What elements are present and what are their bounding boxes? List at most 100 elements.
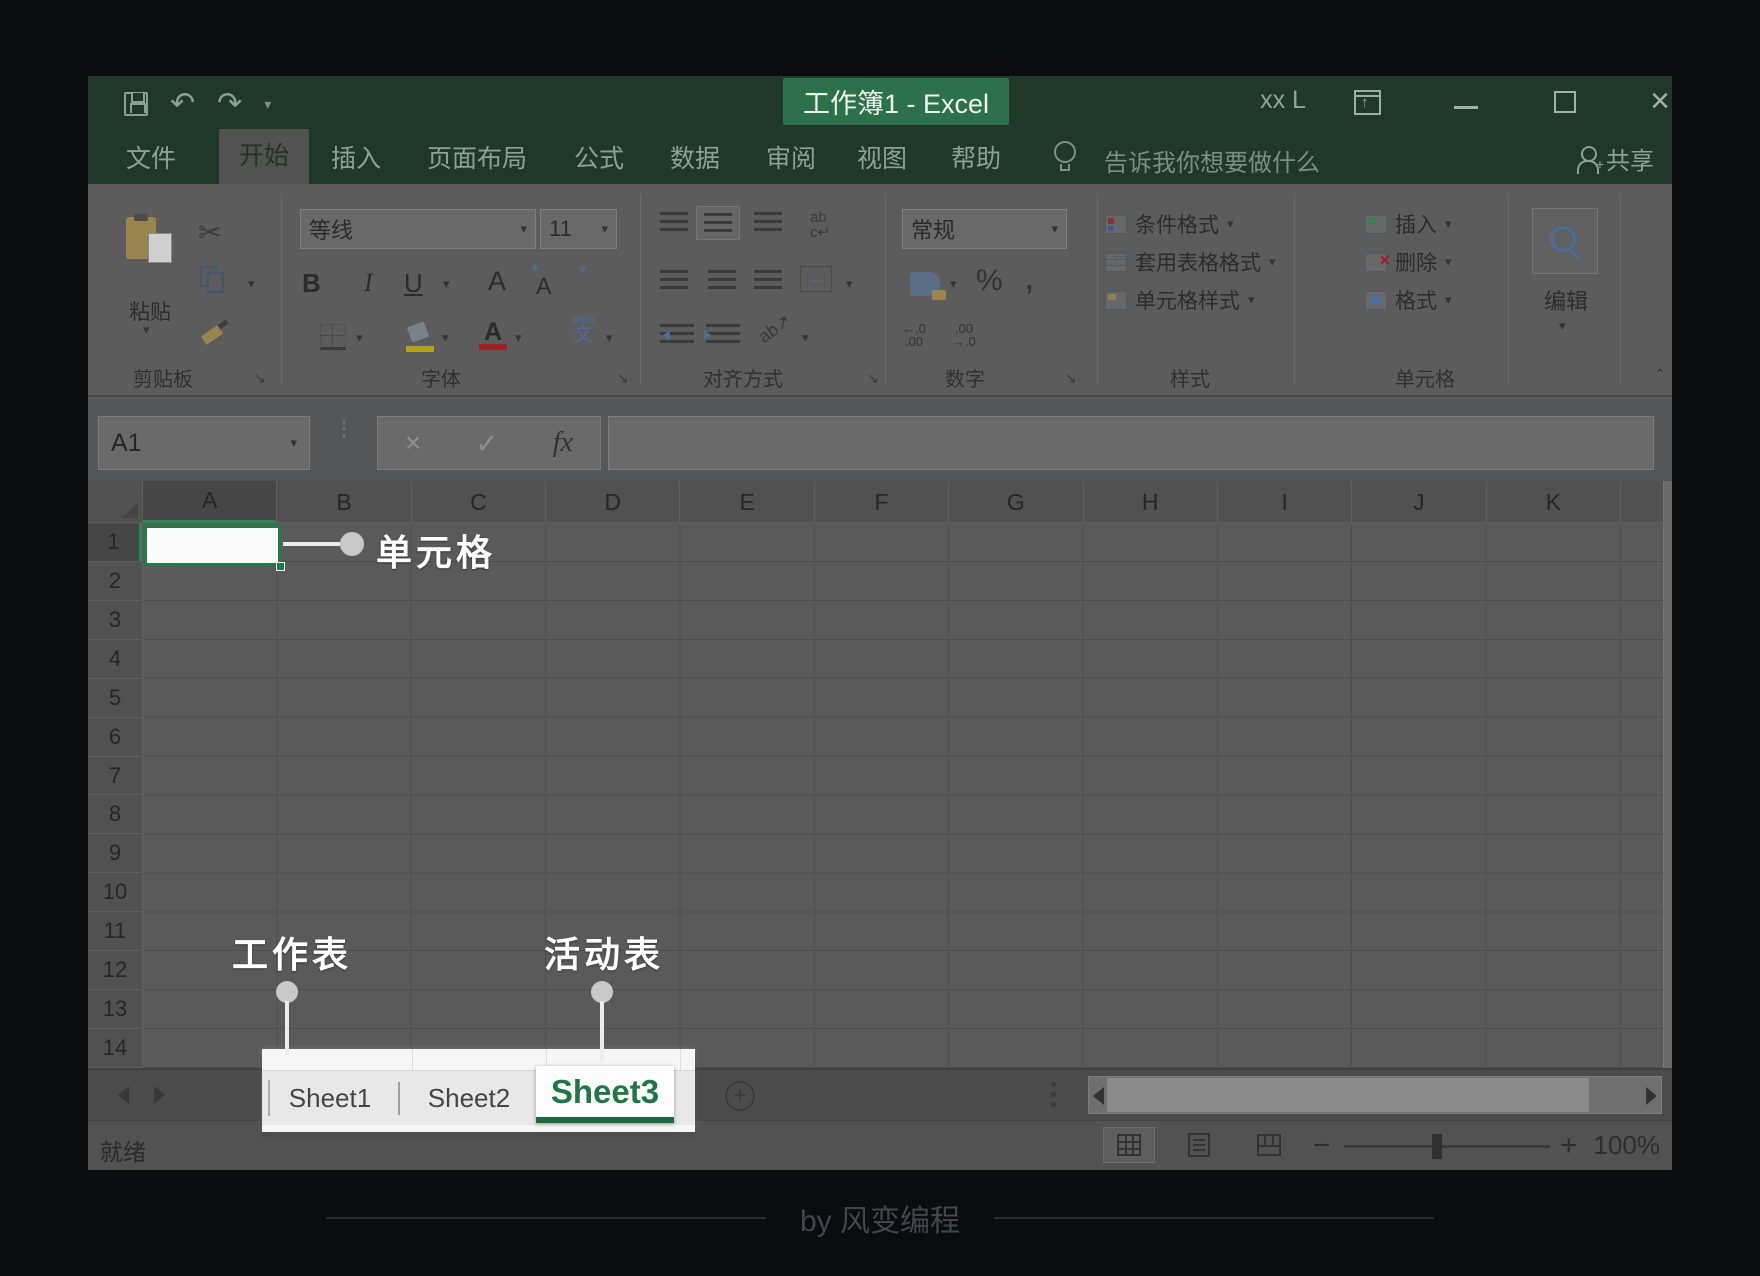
new-sheet-button[interactable]: +: [725, 1081, 755, 1111]
normal-view-button[interactable]: [1103, 1127, 1155, 1163]
maximize-button[interactable]: [1554, 91, 1576, 113]
borders-dropdown-icon[interactable]: ▾: [356, 330, 363, 346]
copy-icon[interactable]: [200, 266, 226, 294]
close-button[interactable]: ×: [1640, 78, 1680, 124]
align-center-icon[interactable]: [708, 270, 736, 290]
row-header-9[interactable]: 9: [88, 834, 142, 873]
column-header-I[interactable]: I: [1218, 481, 1352, 523]
paste-dropdown-icon[interactable]: ▾: [143, 322, 150, 338]
zoom-slider-track[interactable]: [1344, 1145, 1550, 1148]
column-header-A[interactable]: A: [143, 481, 277, 523]
format-painter-icon[interactable]: [200, 320, 228, 344]
row-header-4[interactable]: 4: [88, 640, 142, 679]
column-header-G[interactable]: G: [949, 481, 1083, 523]
minimize-button[interactable]: [1454, 106, 1478, 109]
italic-button[interactable]: I: [364, 268, 373, 298]
tab-help[interactable]: 帮助: [911, 142, 1041, 176]
column-header-F[interactable]: F: [815, 481, 949, 523]
number-format-combo[interactable]: 常规▾: [902, 209, 1067, 249]
alignment-dialog-launcher-icon[interactable]: ↘: [867, 370, 883, 386]
font-name-combo[interactable]: 等线▾: [300, 209, 536, 249]
editing-dropdown-icon[interactable]: ▾: [1559, 318, 1566, 334]
row-header-12[interactable]: 12: [88, 951, 142, 990]
column-header-K[interactable]: K: [1487, 481, 1621, 523]
orientation-dropdown-icon[interactable]: ▾: [802, 330, 809, 346]
bottom-align-icon[interactable]: [754, 212, 782, 232]
number-dialog-launcher-icon[interactable]: ↘: [1065, 370, 1081, 386]
row-header-7[interactable]: 7: [88, 757, 142, 796]
column-header-B[interactable]: B: [277, 481, 411, 523]
tabbar-resize-handle[interactable]: [1051, 1082, 1056, 1087]
format-cells-button[interactable]: 格式▾: [1365, 284, 1452, 316]
column-header-partial[interactable]: [1621, 481, 1663, 523]
merge-dropdown-icon[interactable]: ▾: [846, 276, 853, 292]
save-icon[interactable]: [124, 92, 148, 116]
align-left-icon[interactable]: [660, 270, 688, 290]
increase-indent-icon[interactable]: [706, 324, 740, 344]
row-header-14[interactable]: 14: [88, 1029, 142, 1068]
insert-function-icon[interactable]: fx: [553, 427, 573, 459]
account-name[interactable]: xx L: [1238, 86, 1328, 118]
font-size-combo[interactable]: 11▾: [540, 209, 617, 249]
fill-handle[interactable]: [276, 562, 285, 571]
find-select-button[interactable]: [1532, 208, 1598, 274]
formula-bar-resize-handle[interactable]: ⋮: [334, 423, 340, 463]
conditional-formatting-button[interactable]: 条件格式▾: [1105, 208, 1234, 240]
paste-icon[interactable]: [124, 215, 172, 263]
format-as-table-button[interactable]: 套用表格格式▾: [1105, 246, 1276, 278]
row-header-10[interactable]: 10: [88, 873, 142, 912]
selected-cell-a1[interactable]: [144, 525, 281, 566]
share-button[interactable]: + 共享: [1576, 141, 1654, 176]
merge-center-icon[interactable]: ↔: [800, 266, 832, 292]
enter-icon[interactable]: ✓: [475, 427, 498, 460]
collapse-ribbon-icon[interactable]: ⌃: [1654, 366, 1672, 380]
zoom-in-button[interactable]: +: [1560, 1129, 1578, 1163]
page-layout-view-button[interactable]: [1173, 1127, 1225, 1163]
font-color-icon[interactable]: A: [478, 318, 508, 350]
scrollbar-thumb[interactable]: [1107, 1078, 1589, 1112]
column-header-H[interactable]: H: [1084, 481, 1218, 523]
column-header-J[interactable]: J: [1352, 481, 1486, 523]
next-sheet-icon[interactable]: [154, 1086, 165, 1104]
align-right-icon[interactable]: [754, 270, 782, 290]
decrease-decimal-icon[interactable]: .00→.0: [952, 322, 976, 348]
clipboard-dialog-launcher-icon[interactable]: ↘: [254, 370, 270, 386]
font-dialog-launcher-icon[interactable]: ↘: [617, 370, 633, 386]
tab-file[interactable]: 文件: [86, 142, 216, 176]
tell-me-search[interactable]: 告诉我你想要做什么: [1104, 143, 1320, 178]
wrap-text-icon[interactable]: abc↵: [810, 210, 846, 242]
delete-cells-button[interactable]: 删除▾: [1365, 246, 1452, 278]
font-color-dropdown-icon[interactable]: ▾: [515, 330, 522, 346]
prev-sheet-icon[interactable]: [118, 1086, 129, 1104]
cell-grid[interactable]: [143, 523, 1663, 1068]
sheet-tab-1[interactable]: Sheet1: [280, 1083, 380, 1114]
phonetic-dropdown-icon[interactable]: ▾: [606, 330, 613, 346]
formula-input[interactable]: [608, 416, 1654, 470]
row-header-8[interactable]: 8: [88, 795, 142, 834]
cancel-icon[interactable]: ×: [405, 427, 421, 459]
ribbon-display-options-icon[interactable]: [1354, 90, 1381, 115]
vertical-scrollbar[interactable]: [1663, 481, 1672, 1068]
name-box-dropdown-icon[interactable]: ▾: [290, 435, 297, 451]
comma-style-button[interactable]: ,: [1024, 256, 1035, 299]
increase-decimal-icon[interactable]: ←.0.00: [902, 322, 926, 348]
row-header-6[interactable]: 6: [88, 718, 142, 757]
decrease-font-size-button[interactable]: A▾: [536, 270, 582, 306]
paste-button[interactable]: 粘贴: [108, 296, 192, 326]
column-header-E[interactable]: E: [680, 481, 814, 523]
fill-color-icon[interactable]: [406, 322, 436, 352]
scroll-left-icon[interactable]: [1093, 1087, 1104, 1105]
insert-cells-button[interactable]: 插入▾: [1365, 208, 1452, 240]
copy-dropdown-icon[interactable]: ▾: [248, 276, 255, 292]
row-header-3[interactable]: 3: [88, 601, 142, 640]
fill-color-dropdown-icon[interactable]: ▾: [442, 330, 449, 346]
row-header-1[interactable]: 1: [88, 523, 142, 562]
row-header-2[interactable]: 2: [88, 562, 142, 601]
borders-icon[interactable]: [320, 324, 346, 350]
zoom-level[interactable]: 100%: [1580, 1130, 1660, 1161]
undo-icon[interactable]: ↶: [170, 89, 195, 119]
column-header-D[interactable]: D: [546, 481, 680, 523]
sheet-tab-2[interactable]: Sheet2: [419, 1083, 519, 1114]
accounting-format-icon[interactable]: [910, 272, 940, 296]
column-header-C[interactable]: C: [412, 481, 546, 523]
